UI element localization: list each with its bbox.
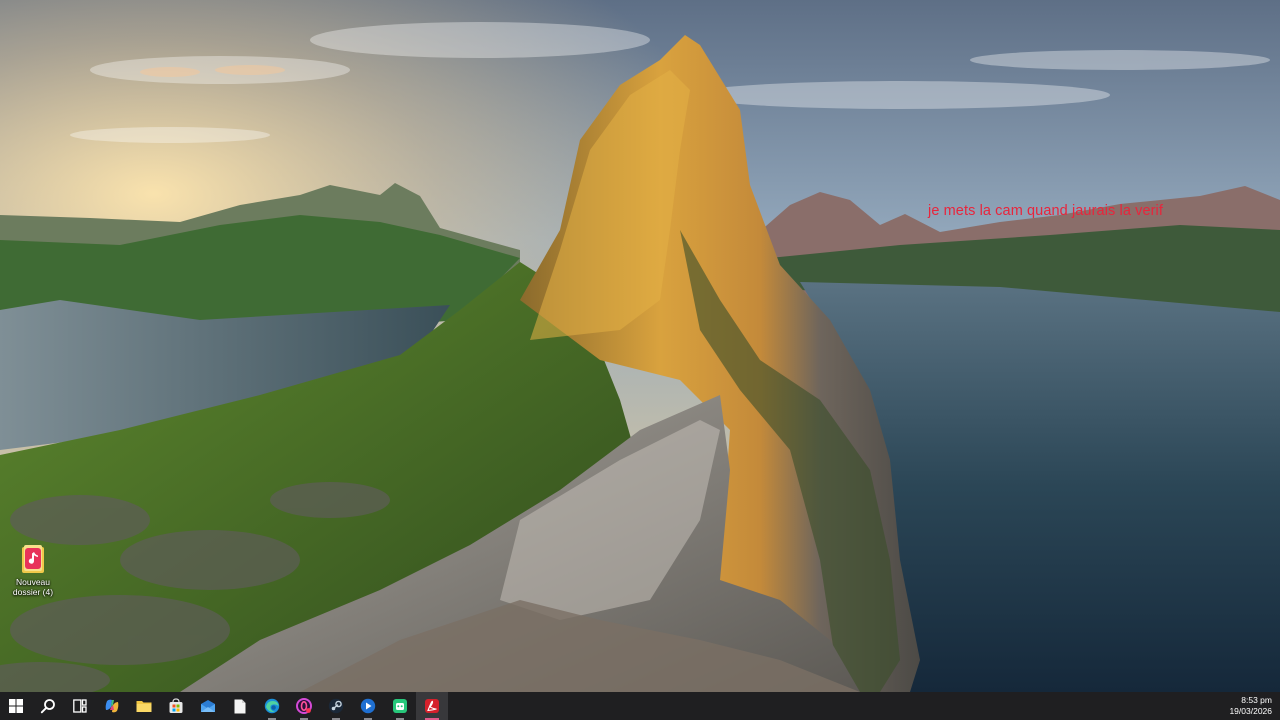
search-button[interactable] bbox=[32, 692, 64, 720]
steam-icon bbox=[328, 698, 344, 714]
copilot-button[interactable] bbox=[96, 692, 128, 720]
desktop-icon-label: Nouveau dossier (4) bbox=[12, 577, 54, 597]
wallpaper-landscape bbox=[0, 0, 1280, 692]
opera-gx-button[interactable] bbox=[288, 692, 320, 720]
desktop-overlay-text: je mets la cam quand jaurais la verif bbox=[928, 203, 1163, 219]
windows-start-icon bbox=[9, 699, 23, 713]
document-icon bbox=[234, 699, 246, 713]
clock-time: 8:53 pm bbox=[1241, 695, 1272, 705]
edge-button[interactable] bbox=[256, 692, 288, 720]
task-view-icon bbox=[73, 699, 87, 713]
app-circle-icon bbox=[360, 698, 376, 714]
acrobat-icon bbox=[425, 699, 439, 713]
task-view-button[interactable] bbox=[64, 692, 96, 720]
browser-icon bbox=[296, 698, 312, 714]
start-button[interactable] bbox=[0, 692, 32, 720]
blue-app-button[interactable] bbox=[352, 692, 384, 720]
mail-icon bbox=[201, 700, 215, 712]
desktop[interactable]: je mets la cam quand jaurais la verif No… bbox=[0, 0, 1280, 692]
search-icon bbox=[40, 699, 55, 714]
taskbar: 8:53 pm 19/03/2026 bbox=[0, 692, 1280, 720]
mail-button[interactable] bbox=[192, 692, 224, 720]
tiktok-folder-icon bbox=[21, 544, 45, 574]
copilot-icon bbox=[105, 699, 119, 713]
app-green-icon bbox=[393, 699, 407, 713]
adobe-acrobat-button[interactable] bbox=[416, 692, 448, 720]
desktop-icon-nouveau-dossier[interactable]: Nouveau dossier (4) bbox=[2, 544, 64, 597]
microsoft-store-button[interactable] bbox=[160, 692, 192, 720]
green-app-button[interactable] bbox=[384, 692, 416, 720]
notepad-button[interactable] bbox=[224, 692, 256, 720]
clock-date: 19/03/2026 bbox=[1229, 706, 1272, 716]
edge-icon bbox=[264, 698, 280, 714]
file-explorer-button[interactable] bbox=[128, 692, 160, 720]
folder-icon bbox=[136, 701, 152, 712]
system-clock[interactable]: 8:53 pm 19/03/2026 bbox=[1229, 692, 1272, 720]
store-icon bbox=[169, 698, 183, 713]
steam-button[interactable] bbox=[320, 692, 352, 720]
